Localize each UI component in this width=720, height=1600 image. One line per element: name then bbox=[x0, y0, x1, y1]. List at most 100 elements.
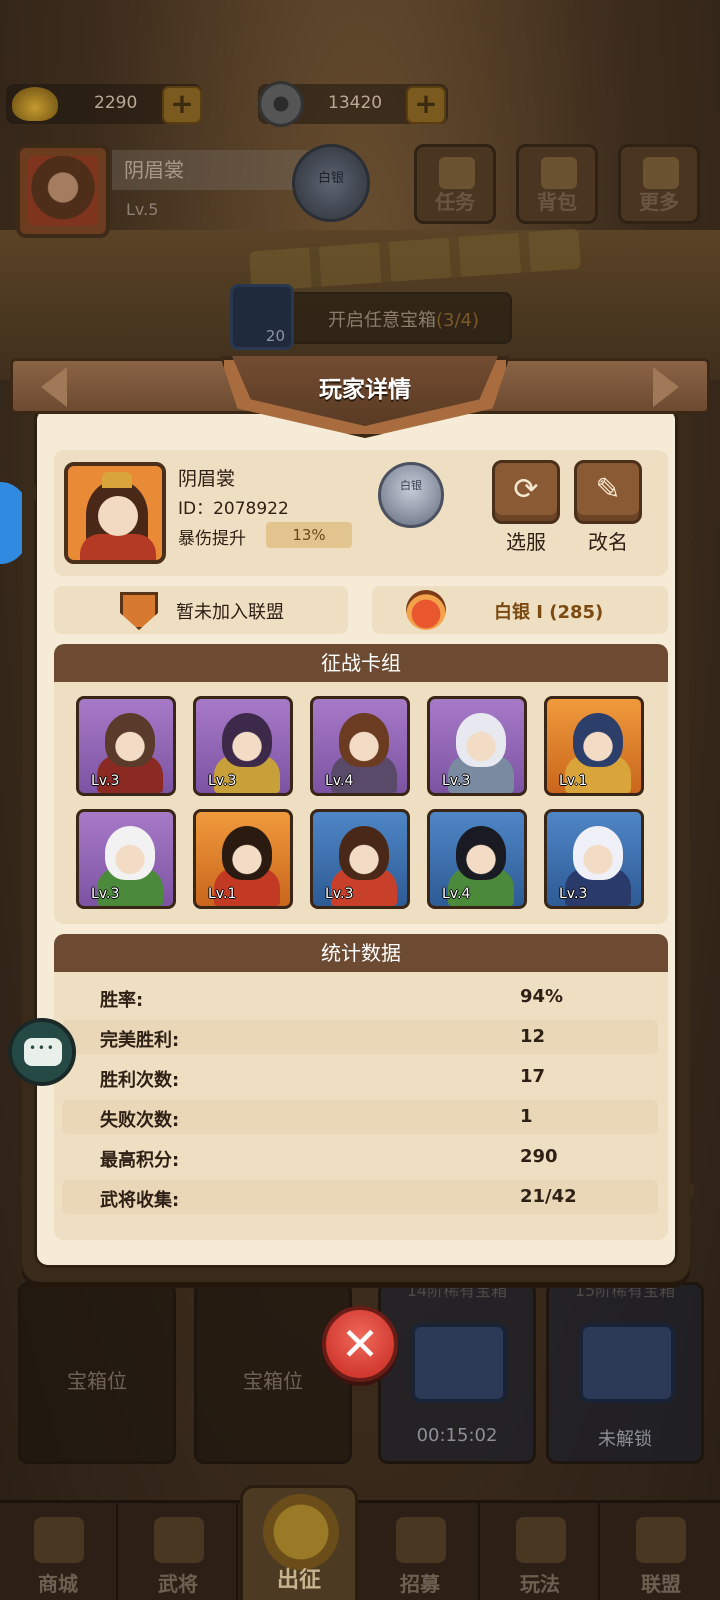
hero-level: Lv.3 bbox=[208, 773, 237, 789]
rank-badge: 白银 bbox=[378, 462, 444, 528]
avatar-crown bbox=[102, 472, 132, 488]
nav-label: 武将 bbox=[158, 1572, 198, 1596]
nav-label: 招募 bbox=[400, 1572, 440, 1596]
rank-text: 白银 I (285) bbox=[494, 602, 604, 623]
nav-battle[interactable]: 出征 bbox=[240, 1485, 358, 1600]
chest-slot-timer[interactable]: 14阶稀有宝箱 00:15:02 bbox=[378, 1281, 536, 1464]
nav-modes[interactable]: 玩法 bbox=[482, 1503, 600, 1600]
chest-icon bbox=[411, 1323, 507, 1403]
player-name: 阴眉裳 bbox=[178, 468, 236, 490]
rank-pouch-icon bbox=[406, 590, 446, 630]
add-coin-button[interactable]: + bbox=[406, 86, 446, 124]
bag-icon bbox=[541, 157, 577, 189]
gold-ingot-icon bbox=[12, 87, 58, 121]
nav-label: 玩法 bbox=[520, 1572, 560, 1596]
hero-card[interactable]: Lv.3 bbox=[193, 696, 293, 796]
chest-quest-banner[interactable]: 20 开启任意宝箱(3/4) bbox=[230, 284, 512, 350]
chest-quest-text: 开启任意宝箱(3/4) bbox=[328, 306, 479, 332]
player-name-mini: 阴眉裳 bbox=[112, 150, 312, 190]
player-avatar-mini[interactable] bbox=[16, 144, 110, 238]
hero-portrait-icon bbox=[573, 826, 623, 880]
nav-generals[interactable]: 武将 bbox=[120, 1503, 238, 1600]
nav-label: 联盟 bbox=[641, 1572, 681, 1596]
avatar-face bbox=[98, 496, 138, 536]
hero-level: Lv.3 bbox=[91, 886, 120, 902]
hero-level: Lv.3 bbox=[442, 773, 471, 789]
chest-slot-label: 宝箱位 bbox=[67, 1369, 127, 1393]
bag-button[interactable]: 背包 bbox=[516, 144, 598, 224]
hero-card[interactable]: Lv.4 bbox=[310, 696, 410, 796]
nav-alliance[interactable]: 联盟 bbox=[602, 1503, 720, 1600]
more-button[interactable]: 更多 bbox=[618, 144, 700, 224]
nav-label: 出征 bbox=[276, 1568, 321, 1593]
nav-shop[interactable]: 商城 bbox=[0, 1503, 118, 1600]
hero-card[interactable]: Lv.3 bbox=[76, 696, 176, 796]
crit-value: 13% bbox=[266, 522, 352, 548]
stat-row: 完美胜利: 12 bbox=[62, 1020, 658, 1054]
recruit-icon bbox=[396, 1517, 446, 1563]
dialog-notch bbox=[684, 528, 694, 542]
hero-portrait-icon bbox=[456, 826, 506, 880]
coin-value: 13420 bbox=[328, 93, 383, 113]
hero-portrait-icon bbox=[456, 713, 506, 767]
stat-label: 武将收集: bbox=[100, 1190, 180, 1211]
chest-slot-empty[interactable]: 宝箱位 bbox=[18, 1282, 176, 1464]
switch-server-button[interactable]: ⟳ bbox=[492, 460, 560, 524]
gold-resource: 2290 + bbox=[6, 84, 202, 124]
alliance-box: 暂未加入联盟 bbox=[54, 586, 348, 634]
stat-value: 21/42 bbox=[520, 1186, 577, 1207]
task-button-label: 任务 bbox=[435, 190, 475, 214]
card-pack-icon: 20 bbox=[230, 284, 294, 350]
add-gold-button[interactable]: + bbox=[162, 86, 202, 124]
chat-button[interactable] bbox=[8, 1018, 76, 1086]
player-level-mini: Lv.5 bbox=[126, 200, 159, 219]
avatar-robe bbox=[80, 534, 156, 560]
stat-label: 完美胜利: bbox=[100, 1030, 180, 1051]
alliance-status: 暂未加入联盟 bbox=[176, 602, 284, 623]
nav-recruit[interactable]: 招募 bbox=[362, 1503, 480, 1600]
hero-portrait-icon bbox=[222, 826, 272, 880]
rank-badge-mini[interactable]: 白银 bbox=[292, 144, 370, 222]
chest-slot-empty[interactable]: 宝箱位 bbox=[194, 1282, 352, 1464]
coin-resource: 13420 + bbox=[258, 81, 448, 127]
hero-card[interactable]: Lv.4 bbox=[427, 809, 527, 909]
stat-row: 最高积分: 290 bbox=[62, 1140, 658, 1174]
stat-value: 94% bbox=[520, 986, 564, 1007]
hero-card[interactable]: Lv.3 bbox=[76, 809, 176, 909]
header-right-arrow-icon bbox=[653, 367, 679, 407]
stats-title: 统计数据 bbox=[54, 934, 668, 972]
hero-level: Lv.1 bbox=[208, 886, 237, 902]
hero-card[interactable]: Lv.3 bbox=[427, 696, 527, 796]
bag-button-label: 背包 bbox=[537, 190, 577, 214]
stat-label: 最高积分: bbox=[100, 1150, 180, 1171]
chat-bubble-icon bbox=[24, 1038, 62, 1066]
hero-card[interactable]: Lv.3 bbox=[544, 809, 644, 909]
rank-badge-text: 白银 bbox=[400, 479, 422, 492]
menu-icon bbox=[643, 157, 679, 189]
scroll-icon bbox=[439, 157, 475, 189]
close-icon: ✕ bbox=[340, 1317, 380, 1371]
stat-row: 胜利次数: 17 bbox=[62, 1060, 658, 1094]
coin-icon bbox=[258, 81, 304, 127]
hero-level: Lv.4 bbox=[442, 886, 471, 902]
hero-card[interactable]: Lv.3 bbox=[310, 809, 410, 909]
player-avatar bbox=[64, 462, 166, 564]
rename-button[interactable]: ✎ bbox=[574, 460, 642, 524]
hero-card[interactable]: Lv.1 bbox=[544, 696, 644, 796]
hero-portrait-icon bbox=[105, 826, 155, 880]
switch-server-label: 选服 bbox=[506, 530, 546, 554]
stat-value: 1 bbox=[520, 1106, 533, 1127]
avatar-face bbox=[28, 156, 98, 226]
close-dialog-button[interactable]: ✕ bbox=[322, 1306, 398, 1382]
hero-portrait-icon bbox=[573, 713, 623, 767]
chest-slot-locked[interactable]: 15阶稀有宝箱 未解锁 bbox=[546, 1281, 704, 1464]
stat-label: 胜率: bbox=[100, 990, 144, 1011]
chest-icon bbox=[579, 1323, 675, 1403]
hero-card[interactable]: Lv.1 bbox=[193, 809, 293, 909]
task-button[interactable]: 任务 bbox=[414, 144, 496, 224]
player-id: ID：2078922 bbox=[178, 499, 289, 519]
player-profile-section: 阴眉裳 ID：2078922 暴伤提升 13% 白银 ⟳ 选服 ✎ 改名 bbox=[54, 450, 668, 576]
nav-label: 商城 bbox=[38, 1572, 78, 1596]
rank-box: 白银 I (285) bbox=[372, 586, 668, 634]
stat-value: 17 bbox=[520, 1066, 546, 1087]
